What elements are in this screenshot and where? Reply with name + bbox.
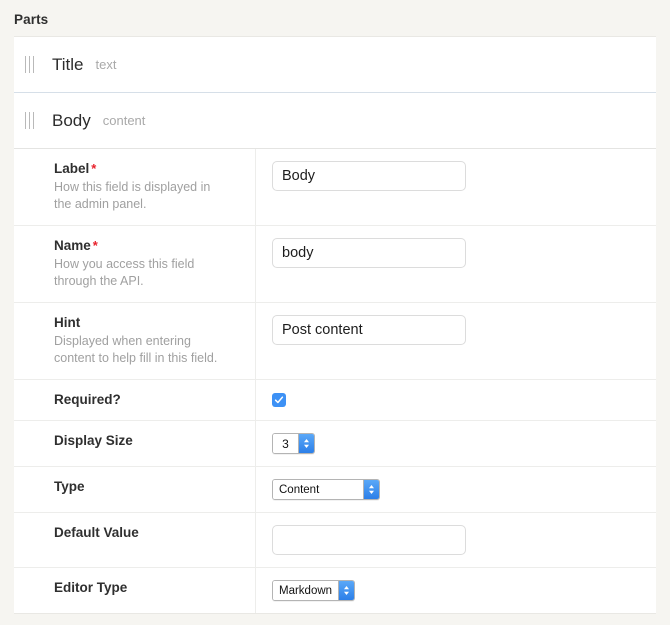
drag-handle-icon[interactable] (18, 56, 40, 73)
setting-label-cell: Display Size (14, 421, 255, 466)
setting-value-cell (255, 303, 656, 379)
setting-label: Hint (54, 315, 239, 331)
stepper-arrows-icon[interactable] (298, 434, 314, 453)
setting-row-type: Type Content (14, 467, 656, 513)
setting-label: Type (54, 479, 239, 495)
setting-row-label: Label * How this field is displayed in th… (14, 149, 656, 226)
part-name: Body (52, 110, 91, 130)
editor-type-select[interactable]: Markdown (272, 580, 356, 601)
setting-row-required: Required? (14, 380, 656, 421)
setting-label-cell: Type (14, 467, 255, 512)
setting-label: Label * (54, 161, 239, 177)
up-down-chevron-icon (344, 586, 350, 595)
select-arrows-icon[interactable] (363, 480, 379, 499)
part-type: content (102, 113, 146, 128)
setting-row-editor-type: Editor Type Markdown (14, 568, 656, 613)
drag-handle-icon[interactable] (18, 112, 40, 129)
setting-label-text: Editor Type (54, 580, 128, 595)
parts-card: Title text Body content Label * How this … (14, 36, 656, 614)
setting-value-cell: Content (255, 467, 656, 512)
name-input[interactable] (272, 238, 466, 268)
up-down-chevron-icon (304, 439, 309, 448)
type-select-value[interactable]: Content (273, 480, 363, 499)
setting-label-cell: Hint Displayed when entering content to … (14, 303, 255, 379)
setting-row-name: Name * How you access this field through … (14, 226, 656, 303)
setting-label: Required? (54, 392, 239, 408)
setting-label: Display Size (54, 433, 239, 449)
setting-label-text: Display Size (54, 433, 133, 448)
setting-label: Editor Type (54, 580, 239, 596)
setting-value-cell: 3 (255, 421, 656, 466)
setting-row-default-value: Default Value (14, 513, 656, 568)
display-size-value[interactable]: 3 (273, 434, 298, 453)
part-type: text (95, 57, 117, 72)
select-arrows-icon[interactable] (338, 581, 355, 600)
setting-help-text: How this field is displayed in the admin… (54, 180, 211, 211)
setting-label-text: Hint (54, 315, 81, 330)
required-asterisk-icon: * (92, 238, 98, 253)
label-input[interactable] (272, 161, 466, 191)
setting-label-text: Default Value (54, 525, 139, 540)
required-asterisk-icon: * (91, 161, 97, 176)
part-row-title[interactable]: Title text (14, 37, 656, 93)
setting-value-cell (255, 513, 656, 567)
setting-label-cell: Label * How this field is displayed in th… (14, 149, 255, 225)
checkmark-icon (274, 396, 284, 404)
hint-input[interactable] (272, 315, 466, 345)
up-down-chevron-icon (369, 485, 374, 494)
display-size-stepper[interactable]: 3 (272, 433, 315, 454)
default-value-input[interactable] (272, 525, 466, 555)
setting-label-cell: Default Value (14, 513, 255, 567)
setting-label-text: Type (54, 479, 85, 494)
setting-row-display-size: Display Size 3 (14, 421, 656, 467)
setting-label-text: Name (54, 238, 91, 253)
setting-value-cell (255, 226, 656, 302)
part-row-body[interactable]: Body content (14, 93, 656, 149)
setting-value-cell (255, 149, 656, 225)
part-settings-table: Label * How this field is displayed in th… (14, 149, 656, 613)
editor-type-select-value[interactable]: Markdown (273, 581, 339, 600)
part-name: Title (52, 54, 84, 74)
setting-label: Default Value (54, 525, 239, 541)
setting-value-cell (255, 380, 656, 420)
setting-label-text: Label (54, 161, 90, 176)
type-select[interactable]: Content (272, 479, 380, 500)
setting-label-cell: Required? (14, 380, 255, 420)
setting-help-text: How you access this field through the AP… (54, 257, 195, 288)
setting-label-text: Required? (54, 392, 121, 407)
setting-help-text: Displayed when entering content to help … (54, 334, 218, 365)
page-title: Parts (14, 12, 49, 27)
setting-label-cell: Name * How you access this field through … (14, 226, 255, 302)
setting-value-cell: Markdown (255, 568, 656, 613)
required-checkbox[interactable] (272, 393, 286, 407)
setting-row-hint: Hint Displayed when entering content to … (14, 303, 656, 380)
setting-label: Name * (54, 238, 239, 254)
setting-label-cell: Editor Type (14, 568, 255, 613)
